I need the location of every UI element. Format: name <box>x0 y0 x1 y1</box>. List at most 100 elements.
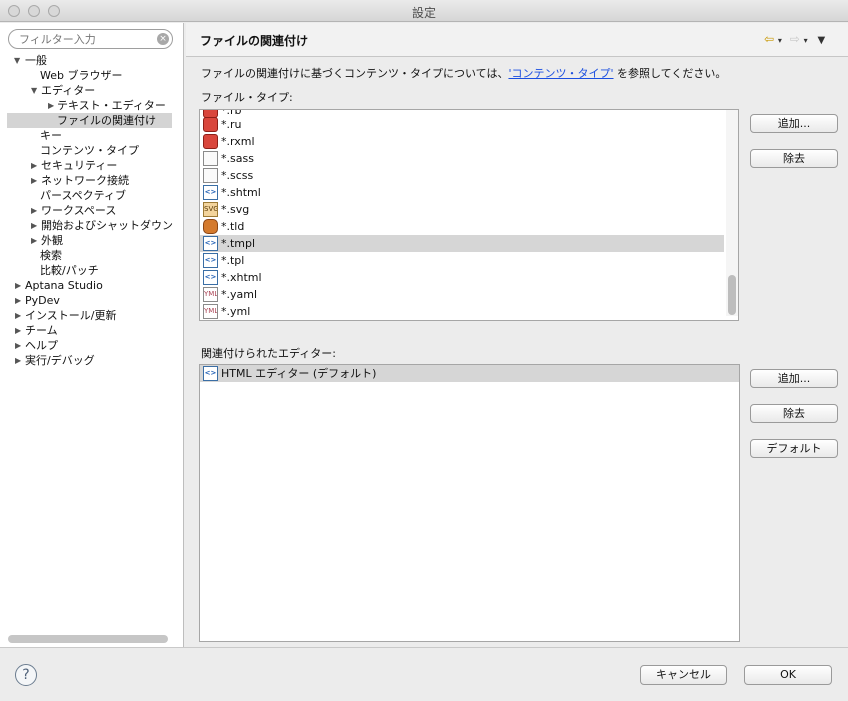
collapsed-arrow-icon[interactable]: ▶ <box>31 233 37 248</box>
cancel-button[interactable]: キャンセル <box>640 665 727 685</box>
html-file-icon: <> <box>203 185 218 200</box>
default-editor-button[interactable]: デフォルト <box>750 439 838 458</box>
tree-item-label: セキュリティー <box>41 159 118 172</box>
collapsed-arrow-icon[interactable]: ▶ <box>31 203 37 218</box>
page-description: ファイルの関連付けに基づくコンテンツ・タイプについては、'コンテンツ・タイプ' … <box>201 65 726 81</box>
help-icon[interactable]: ? <box>15 664 37 686</box>
collapsed-arrow-icon[interactable]: ▶ <box>15 308 21 323</box>
preferences-sidebar: × ▼ 一般 Web ブラウザー ▼ エディター ▶ テキスト・エディター ファ… <box>0 23 184 647</box>
filter-field[interactable]: × <box>8 29 173 49</box>
description-text-suffix: を参照してください。 <box>613 67 727 80</box>
forward-dropdown-icon[interactable]: ▾ <box>804 36 808 45</box>
tree-item-aptana-studio[interactable]: ▶ Aptana Studio <box>0 278 184 293</box>
list-item[interactable]: YML *.yaml <box>200 286 724 303</box>
sidebar-horizontal-scrollbar[interactable] <box>8 635 168 643</box>
clear-filter-icon[interactable]: × <box>157 33 169 45</box>
tree-item-compare-patch[interactable]: 比較/パッチ <box>0 263 184 278</box>
collapsed-arrow-icon[interactable]: ▶ <box>15 323 21 338</box>
dialog-footer: ? キャンセル OK <box>0 647 848 701</box>
tree-item-label: ヘルプ <box>25 339 58 352</box>
file-types-vertical-scrollbar[interactable] <box>726 110 738 316</box>
view-menu-icon[interactable]: ▼ <box>817 35 825 46</box>
add-editor-button[interactable]: 追加... <box>750 369 838 388</box>
expanded-arrow-icon[interactable]: ▼ <box>31 83 37 98</box>
tree-item-label: 一般 <box>25 54 47 67</box>
list-item[interactable]: *.rxml <box>200 133 724 150</box>
tree-item-run-debug[interactable]: ▶ 実行/デバッグ <box>0 353 184 368</box>
tree-item-file-associations[interactable]: ファイルの関連付け <box>7 113 172 128</box>
collapsed-arrow-icon[interactable]: ▶ <box>15 278 21 293</box>
tree-item-perspectives[interactable]: パースペクティブ <box>0 188 184 203</box>
preferences-tree: ▼ 一般 Web ブラウザー ▼ エディター ▶ テキスト・エディター ファイル… <box>0 53 184 368</box>
tree-item-label: テキスト・エディター <box>57 99 166 112</box>
tree-item-keys[interactable]: キー <box>0 128 184 143</box>
tree-item-appearance[interactable]: ▶ 外観 <box>0 233 184 248</box>
tree-item-search[interactable]: 検索 <box>0 248 184 263</box>
page-title: ファイルの関連付け <box>200 34 309 48</box>
ok-button[interactable]: OK <box>744 665 832 685</box>
tree-item-label: インストール/更新 <box>25 309 117 322</box>
list-item[interactable]: *.sass <box>200 150 724 167</box>
list-item[interactable]: <> *.xhtml <box>200 269 724 286</box>
remove-editor-button[interactable]: 除去 <box>750 404 838 423</box>
list-item[interactable]: *.scss <box>200 167 724 184</box>
yaml-file-icon: YML <box>203 304 218 319</box>
preference-page: ファイルの関連付け ⇦ ▾ ⇨ ▾ ▼ ファイルの関連付けに基づくコンテンツ・タ… <box>186 23 848 647</box>
content-types-link[interactable]: 'コンテンツ・タイプ' <box>508 67 613 80</box>
title-bar: 設定 <box>0 0 848 22</box>
associated-editors-list[interactable]: <> HTML エディター (デフォルト) <box>199 364 740 642</box>
tree-item-content-types[interactable]: コンテンツ・タイプ <box>0 143 184 158</box>
list-item[interactable]: <> *.tpl <box>200 252 724 269</box>
ruby-file-icon <box>203 117 218 132</box>
tree-item-label: 比較/パッチ <box>40 264 99 277</box>
file-types-label: ファイル・タイプ: <box>201 91 293 104</box>
yaml-file-icon: YML <box>203 287 218 302</box>
filter-input[interactable] <box>19 32 159 46</box>
list-item[interactable]: <> *.shtml <box>200 184 724 201</box>
svg-file-icon: SVG <box>203 202 218 217</box>
collapsed-arrow-icon[interactable]: ▶ <box>31 158 37 173</box>
remove-file-type-button[interactable]: 除去 <box>750 149 838 168</box>
tree-item-label: 検索 <box>40 249 62 262</box>
add-file-type-button[interactable]: 追加... <box>750 114 838 133</box>
list-item-selected[interactable]: <> *.tmpl <box>200 235 724 252</box>
page-navigation: ⇦ ▾ ⇨ ▾ ▼ <box>764 32 825 46</box>
tree-item-security[interactable]: ▶ セキュリティー <box>0 158 184 173</box>
scrollbar-thumb[interactable] <box>728 275 736 315</box>
tree-item-team[interactable]: ▶ チーム <box>0 323 184 338</box>
file-types-list[interactable]: *.rb *.ru *.rxml *.sass *.scss <> *.shtm… <box>199 109 739 321</box>
html-file-icon: <> <box>203 236 218 251</box>
collapsed-arrow-icon[interactable]: ▶ <box>15 338 21 353</box>
forward-arrow-icon[interactable]: ⇨ <box>790 32 800 46</box>
back-dropdown-icon[interactable]: ▾ <box>778 36 782 45</box>
tree-item-network-connections[interactable]: ▶ ネットワーク接続 <box>0 173 184 188</box>
window-title: 設定 <box>411 6 436 20</box>
html-file-icon: <> <box>203 253 218 268</box>
tree-item-label: パースペクティブ <box>40 189 127 202</box>
list-item[interactable]: YML *.yml <box>200 303 724 320</box>
tree-item-general[interactable]: ▼ 一般 <box>0 53 184 68</box>
collapsed-arrow-icon[interactable]: ▶ <box>48 98 54 113</box>
tree-item-workspace[interactable]: ▶ ワークスペース <box>0 203 184 218</box>
tree-item-label: 開始およびシャットダウン <box>41 219 173 232</box>
tree-item-install-update[interactable]: ▶ インストール/更新 <box>0 308 184 323</box>
tree-item-help[interactable]: ▶ ヘルプ <box>0 338 184 353</box>
tree-item-pydev[interactable]: ▶ PyDev <box>0 293 184 308</box>
list-item[interactable]: SVG *.svg <box>200 201 724 218</box>
description-text: ファイルの関連付けに基づくコンテンツ・タイプについては、 <box>201 67 509 80</box>
tree-item-editors[interactable]: ▼ エディター <box>0 83 184 98</box>
list-item[interactable]: *.tld <box>200 218 724 235</box>
html-file-icon: <> <box>203 270 218 285</box>
collapsed-arrow-icon[interactable]: ▶ <box>31 218 37 233</box>
list-item[interactable]: *.ru <box>200 116 724 133</box>
list-item-selected[interactable]: <> HTML エディター (デフォルト) <box>200 365 739 382</box>
back-arrow-icon[interactable]: ⇦ <box>764 32 774 46</box>
expanded-arrow-icon[interactable]: ▼ <box>14 53 20 68</box>
page-header: ファイルの関連付け ⇦ ▾ ⇨ ▾ ▼ <box>186 23 848 57</box>
collapsed-arrow-icon[interactable]: ▶ <box>15 353 21 368</box>
tree-item-text-editors[interactable]: ▶ テキスト・エディター <box>0 98 184 113</box>
tree-item-web-browser[interactable]: Web ブラウザー <box>0 68 184 83</box>
collapsed-arrow-icon[interactable]: ▶ <box>15 293 21 308</box>
collapsed-arrow-icon[interactable]: ▶ <box>31 173 37 188</box>
tree-item-startup-shutdown[interactable]: ▶ 開始およびシャットダウン <box>0 218 184 233</box>
